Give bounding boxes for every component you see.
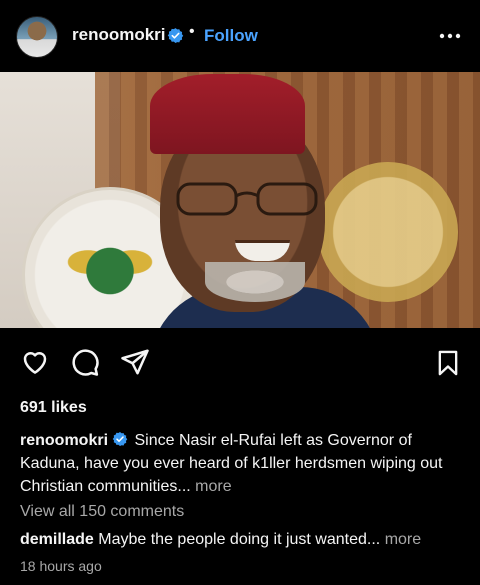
post-timestamp: 18 hours ago bbox=[20, 558, 102, 574]
photo-person-cap bbox=[150, 74, 305, 154]
comment-icon[interactable] bbox=[70, 347, 100, 377]
comment-more-link[interactable]: more bbox=[385, 531, 421, 548]
follow-button[interactable]: Follow bbox=[204, 26, 258, 46]
photo-coat-of-arms bbox=[55, 217, 165, 307]
caption-more-link[interactable]: more bbox=[195, 478, 231, 495]
caption: renoomokri Since Nasir el-Rufai left as … bbox=[20, 429, 465, 498]
post-image[interactable] bbox=[0, 72, 480, 328]
photo-gold-seal bbox=[318, 162, 458, 302]
photo-person-glasses bbox=[176, 182, 318, 216]
likes-count[interactable]: 691 likes bbox=[20, 399, 87, 417]
comment-username[interactable]: demillade bbox=[20, 531, 94, 548]
post-header: renoomokri • Follow bbox=[0, 0, 480, 72]
caption-username[interactable]: renoomokri bbox=[20, 432, 108, 449]
view-all-comments-link[interactable]: View all 150 comments bbox=[20, 503, 184, 521]
more-horizontal-icon[interactable] bbox=[438, 28, 462, 44]
action-bar bbox=[0, 328, 480, 398]
avatar[interactable] bbox=[16, 16, 58, 58]
heart-icon[interactable] bbox=[20, 347, 50, 377]
verified-badge-icon bbox=[112, 432, 128, 446]
photo-person-beard bbox=[205, 262, 305, 302]
comment-preview: demillade Maybe the people doing it just… bbox=[20, 531, 470, 549]
bookmark-icon[interactable] bbox=[434, 348, 462, 378]
verified-badge-icon bbox=[167, 28, 184, 43]
separator-dot: • bbox=[189, 23, 195, 40]
send-icon[interactable] bbox=[120, 347, 150, 377]
comment-text: Maybe the people doing it just wanted... bbox=[98, 531, 381, 548]
header-username[interactable]: renoomokri bbox=[72, 25, 166, 45]
